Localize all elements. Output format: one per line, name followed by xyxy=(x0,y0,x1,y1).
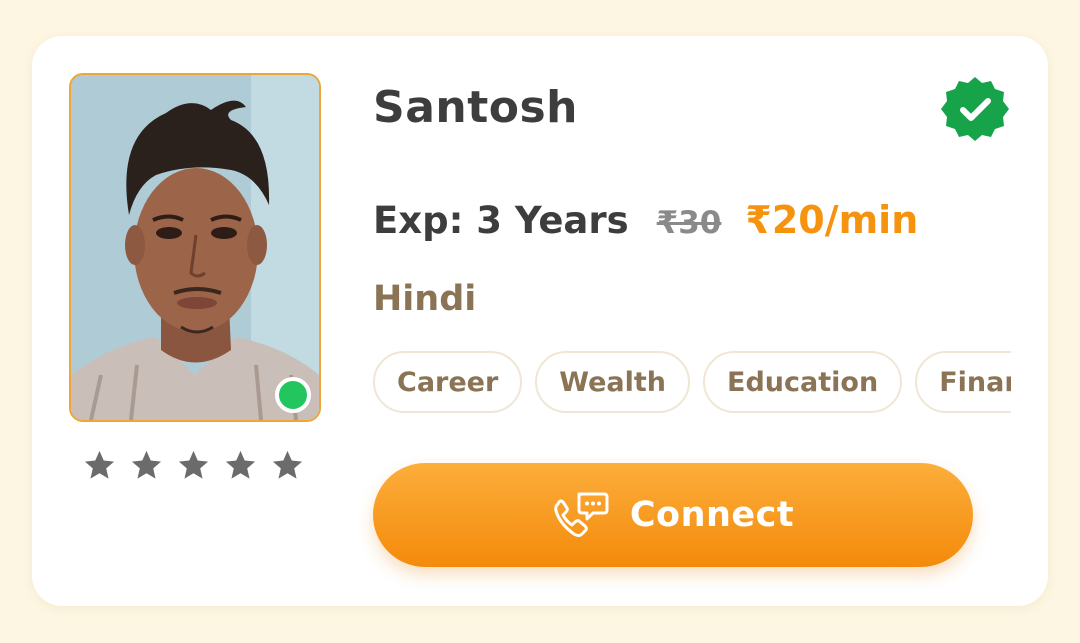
star-icon xyxy=(272,450,303,479)
connect-label: Connect xyxy=(629,495,795,535)
experience-text: Exp: 3 Years xyxy=(373,199,629,242)
tag-career[interactable]: Career xyxy=(373,351,523,413)
astrologer-name: Santosh xyxy=(373,82,578,133)
star-icon xyxy=(225,450,256,479)
online-status-dot xyxy=(275,377,311,413)
tag-finance[interactable]: Finance xyxy=(915,351,1011,413)
phone-chat-icon xyxy=(554,492,609,537)
specialty-tags: Career Wealth Education Finance xyxy=(373,351,1011,421)
star-icon xyxy=(84,450,115,479)
astrologer-card[interactable]: Santosh Exp: 3 Years ₹30 ₹20/min Hindi C… xyxy=(32,36,1048,606)
star-icon xyxy=(131,450,162,479)
profile-photo[interactable] xyxy=(69,73,321,422)
verified-badge-icon xyxy=(941,77,1009,141)
old-price: ₹30 xyxy=(656,205,722,241)
tag-wealth[interactable]: Wealth xyxy=(535,351,691,413)
language-text: Hindi xyxy=(373,279,477,319)
price-row: Exp: 3 Years ₹30 ₹20/min xyxy=(373,196,918,247)
rating-stars xyxy=(82,448,312,492)
current-price: ₹20/min xyxy=(745,198,919,242)
profile-photo-image xyxy=(71,75,319,420)
connect-button[interactable]: Connect xyxy=(373,463,973,567)
star-icon xyxy=(178,450,209,479)
tag-education[interactable]: Education xyxy=(703,351,903,413)
